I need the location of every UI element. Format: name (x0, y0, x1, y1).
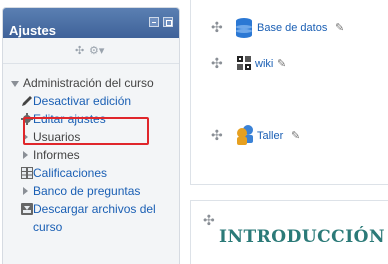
tree-node-label: Informes (33, 148, 80, 162)
tree-node-course-admin[interactable]: Administración del curso (3, 74, 179, 92)
activity-wiki[interactable]: ✣ wiki ✎ (211, 54, 381, 74)
course-topic: ✣ Base de datos ✎ ✣ wiki ✎ ✣ Taller ✎ (190, 0, 388, 185)
activity-name: Taller (257, 130, 284, 142)
download-icon (21, 203, 33, 215)
gear-menu-icon[interactable]: ⚙▾ (89, 45, 104, 57)
activity-database[interactable]: ✣ Base de datos ✎ (211, 18, 381, 38)
tree-node-question-bank[interactable]: Banco de preguntas (3, 182, 179, 200)
settings-block: Ajustes ✣ ⚙▾ Administración del curso De… (2, 7, 180, 264)
move-icon[interactable]: ✣ (211, 20, 223, 34)
triangle-down-icon (11, 81, 19, 87)
move-icon[interactable]: ✣ (203, 213, 215, 227)
wiki-icon (235, 54, 253, 72)
triangle-right-icon (23, 151, 28, 159)
edit-pencil-icon[interactable]: ✎ (335, 18, 344, 38)
move-icon[interactable]: ✣ (211, 56, 223, 70)
tree-node-turn-editing-off[interactable]: Desactivar edición (3, 92, 179, 110)
tree-node-label-line2: curso (33, 220, 63, 234)
tree-node-download-files[interactable]: Descargar archivos del curso (3, 200, 179, 236)
section-title: INTRODUCCIÓN (219, 227, 386, 247)
tree-node-reports[interactable]: Informes (3, 146, 179, 164)
tree-node-label: Banco de preguntas (33, 184, 141, 198)
tree-node-label: Descargar archivos del (33, 202, 156, 216)
move-icon[interactable]: ✣ (75, 45, 84, 57)
edit-pencil-icon[interactable]: ✎ (277, 54, 286, 74)
move-icon[interactable]: ✣ (211, 128, 223, 142)
database-icon (236, 18, 252, 38)
tree-node-label: Administración del curso (23, 76, 154, 90)
course-section-intro: ✣ INTRODUCCIÓN (190, 200, 388, 264)
block-controls: ✣ ⚙▾ (3, 38, 179, 64)
activity-name: Base de datos (257, 22, 328, 34)
dock-block-icon[interactable] (149, 17, 159, 27)
tree-node-label: Calificaciones (33, 166, 108, 180)
hide-block-icon[interactable] (163, 17, 173, 27)
pencil-icon (22, 96, 32, 106)
tree-node-grades[interactable]: Calificaciones (3, 164, 179, 182)
highlight-box (23, 117, 149, 145)
triangle-right-icon (23, 187, 28, 195)
edit-pencil-icon[interactable]: ✎ (291, 126, 300, 146)
tree-node-label: Desactivar edición (33, 94, 132, 108)
workshop-icon (237, 125, 253, 145)
activity-workshop[interactable]: ✣ Taller ✎ (211, 125, 381, 146)
activity-name: wiki (255, 58, 274, 70)
settings-block-title: Ajustes (9, 23, 56, 38)
settings-block-header: Ajustes (3, 8, 179, 38)
grid-icon (21, 167, 33, 179)
